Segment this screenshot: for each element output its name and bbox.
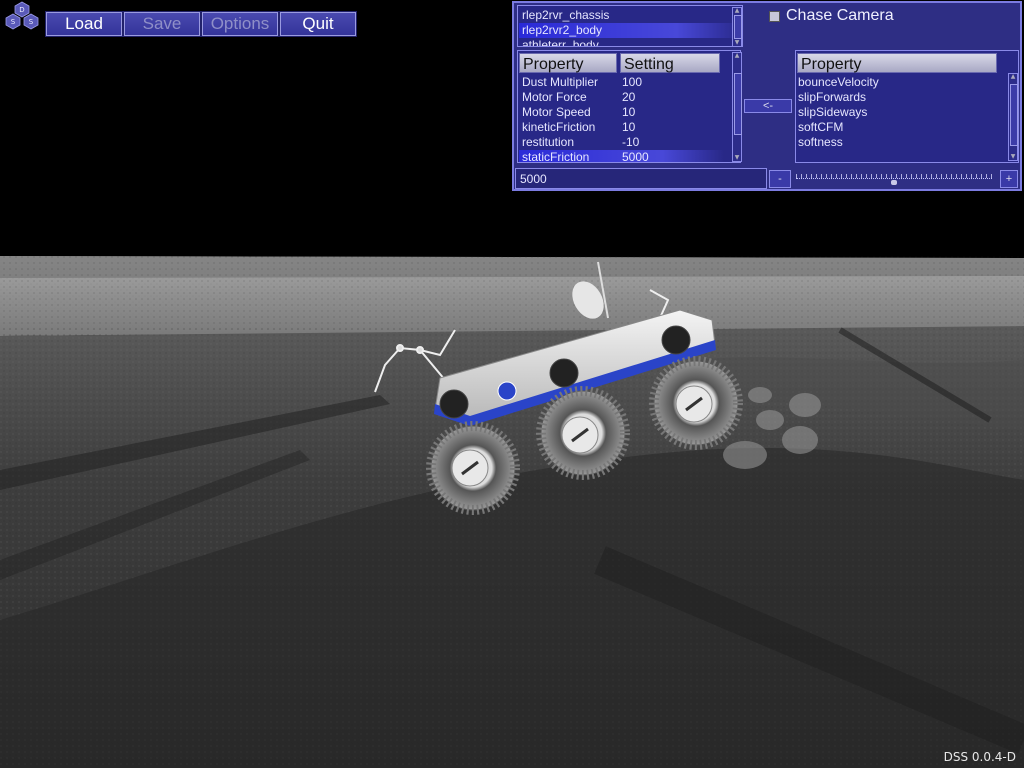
logo-letter: D [19, 6, 24, 14]
settings-row-setting: -10 [622, 135, 640, 149]
rover-wheel [649, 356, 743, 450]
rover-wheel [426, 421, 520, 515]
settings-row[interactable]: Dust Multiplier 100 [519, 75, 724, 90]
object-list-item[interactable]: rlep2rvr_chassis [522, 8, 609, 23]
available-property-item[interactable]: slipForwards [798, 90, 866, 105]
value-input[interactable]: 5000 [515, 168, 767, 189]
chase-camera-label: Chase Camera [786, 7, 894, 24]
logo-letter: S [11, 18, 16, 26]
object-list[interactable]: rlep2rvr_chassis rlep2rvr2_body athleter… [517, 5, 743, 47]
settings-table-scrollbar[interactable]: ▲ ▼ [732, 52, 742, 162]
object-list-item[interactable]: athleterr_body [522, 38, 599, 46]
load-button[interactable]: Load [45, 11, 123, 37]
available-properties-list[interactable]: Property bounceVelocity slipForwards slipS… [795, 50, 1019, 163]
settings-row-setting: 100 [622, 75, 643, 89]
available-property-item[interactable]: slipSideways [798, 105, 867, 120]
settings-row-property: staticFriction [522, 150, 590, 163]
settings-row[interactable]: staticFriction 5000 [519, 150, 724, 163]
settings-header-property[interactable]: Property [519, 53, 617, 73]
version-label: DSS 0.0.4-D [943, 750, 1016, 764]
settings-table[interactable]: Property Setting Dust Multiplier 100 Motor… [517, 50, 741, 163]
save-button[interactable]: Save [123, 11, 201, 37]
available-header-property[interactable]: Property [797, 53, 997, 73]
settings-row[interactable]: restitution -10 [519, 135, 724, 150]
options-button[interactable]: Options [201, 11, 279, 37]
dss-logo: D S S [5, 1, 39, 30]
settings-row-property: Motor Speed [522, 105, 591, 119]
settings-row-setting: 20 [622, 90, 636, 104]
rover-wheel [536, 386, 630, 480]
settings-row-setting: 10 [622, 120, 636, 134]
available-property-item[interactable]: softness [798, 135, 843, 150]
settings-row-property: restitution [522, 135, 575, 149]
available-property-item[interactable]: bounceVelocity [798, 75, 879, 90]
settings-row-setting: 10 [622, 105, 636, 119]
settings-row-setting: 5000 [622, 150, 649, 163]
settings-row-property: Dust Multiplier [522, 75, 599, 89]
settings-row[interactable]: Motor Speed 10 [519, 105, 724, 120]
property-editor-panel: rlep2rvr_chassis rlep2rvr2_body athleter… [512, 1, 1022, 191]
chase-camera-toggle[interactable]: Chase Camera [769, 7, 894, 25]
available-properties-scrollbar[interactable]: ▲ ▼ [1008, 73, 1018, 161]
nasa-logo [497, 381, 517, 401]
object-list-scrollbar[interactable]: ▲ ▼ [732, 7, 742, 47]
object-list-item-selected[interactable]: rlep2rvr2_body [519, 23, 742, 38]
settings-row[interactable]: Motor Force 20 [519, 90, 724, 105]
main-toolbar: Load Save Options Quit [45, 11, 357, 37]
settings-row[interactable]: kineticFriction 10 [519, 120, 724, 135]
quit-button[interactable]: Quit [279, 11, 357, 37]
decrement-button[interactable]: - [769, 170, 791, 188]
available-property-item[interactable]: softCFM [798, 120, 843, 135]
move-property-button[interactable]: <- [744, 99, 792, 113]
settings-row-property: kineticFriction [522, 120, 596, 134]
slider-knob[interactable] [891, 180, 897, 185]
chase-camera-checkbox[interactable] [769, 10, 780, 22]
logo-letter: S [29, 18, 34, 26]
settings-header-setting[interactable]: Setting [620, 53, 720, 73]
value-slider[interactable] [794, 170, 994, 190]
settings-row-property: Motor Force [522, 90, 587, 104]
horizon-wall [0, 256, 1024, 336]
increment-button[interactable]: + [1000, 170, 1018, 188]
